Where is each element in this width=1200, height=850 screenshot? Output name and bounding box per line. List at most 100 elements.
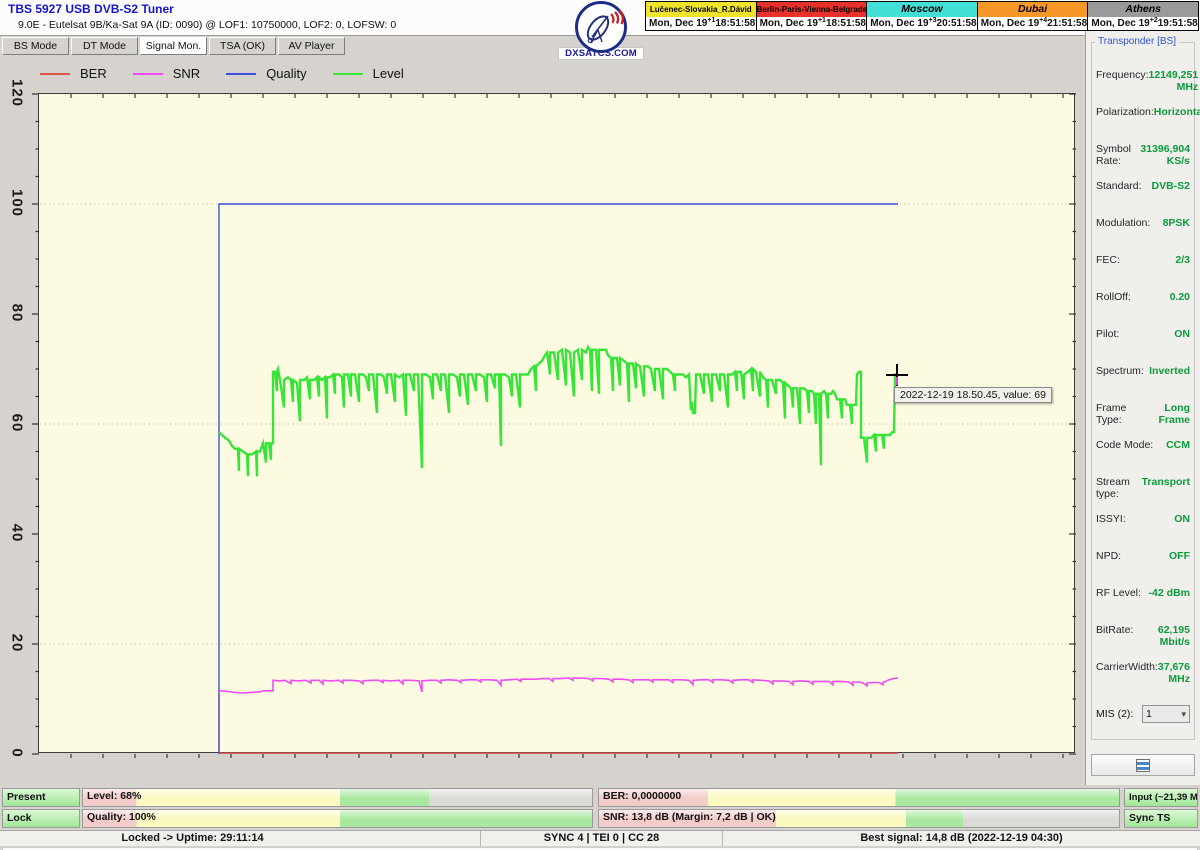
legend-item-snr: SNR: [132, 66, 200, 81]
clock-time-value: 19:51:58: [1157, 18, 1198, 29]
series-level: [218, 344, 898, 477]
y-axis-label: 0: [8, 748, 26, 758]
sidebar-row-value: 62,195 Mbit/s: [1157, 624, 1190, 648]
sidebar-row: CarrierWidth: 37,676 MHz: [1092, 659, 1194, 696]
chart-tooltip: 2022-12-19 18.50.45, value: 69: [894, 386, 1052, 403]
sync-status: SYNC 4 | TEI 0 | CC 28: [481, 831, 723, 846]
legend-item-ber: BER: [40, 66, 107, 81]
snr-progressbar: SNR: 13,8 dB (Margin: 7,2 dB | OK): [598, 809, 1120, 828]
sidebar-row: Frame Type: Long Frame: [1092, 400, 1194, 437]
sidebar-row-value: ON: [1174, 328, 1190, 340]
world-clocks: Lučenec-Slovakia_R.Dávid Mon, Dec 19 +1 18:…: [645, 1, 1199, 31]
sidebar-row-value: OFF: [1169, 550, 1190, 562]
y-axis-label: 80: [8, 303, 26, 323]
sidebar-row-label: Frame Type:: [1096, 402, 1127, 426]
clock-city-label: Berlin-Paris-Vienna-Belgrade: [756, 2, 867, 17]
clock-panel: Lučenec-Slovakia_R.Dávid Mon, Dec 19 +1 18:…: [646, 2, 756, 30]
clock-date: Mon, Dec 19: [1091, 18, 1150, 29]
sidebar-row-label: NPD:: [1096, 550, 1122, 562]
tab-dt-mode[interactable]: DT Mode: [71, 37, 138, 55]
sidebar-row: Standard: DVB-S2: [1092, 178, 1194, 215]
y-axis-label: 100: [8, 188, 26, 218]
sidebar-row-value: 37,676 MHz: [1157, 661, 1190, 685]
legend-item-quality: Quality: [226, 66, 307, 81]
ber-progressbar: BER: 0,0000000: [598, 788, 1120, 807]
y-axis-label: 60: [8, 413, 26, 433]
sidebar-row-label: Stream type:: [1096, 476, 1130, 500]
groupbox-title: Transponder [BS]: [1095, 36, 1180, 47]
tab-av-player[interactable]: AV Player: [278, 37, 345, 55]
sidebar-row-value: -42 dBm: [1148, 587, 1190, 599]
clock-utc-offset: +4: [1039, 17, 1048, 24]
legend-line-swatch: [132, 72, 163, 75]
sidebar-row-label: Spectrum:: [1096, 365, 1144, 377]
clock-date: Mon, Dec 19: [870, 18, 929, 29]
series-snr: [218, 677, 899, 694]
snr-label: SNR: 13,8 dB (Margin: 7,2 dB | OK): [603, 811, 776, 823]
window-title: TBS 5927 USB DVB-S2 Tuner: [8, 2, 174, 16]
lock-indicator: Lock: [2, 809, 80, 828]
sidebar-row: Symbol Rate: 31396,904 KS/s: [1092, 141, 1194, 178]
tab-bs-mode[interactable]: BS Mode: [2, 37, 69, 55]
sidebar-row: NPD: OFF: [1092, 548, 1194, 585]
clock-utc-offset: +2: [1149, 17, 1158, 24]
tab-signal-mon[interactable]: Signal Mon.: [140, 37, 207, 55]
sidebar-row-value: CCM: [1166, 439, 1190, 451]
sidebar-row: Stream type: Transport: [1092, 474, 1194, 511]
clock-city-label: Dubai: [977, 2, 1088, 17]
sidebar-row-value: Horizontal: [1153, 106, 1200, 118]
clock-time: Mon, Dec 19 +1 18:51:58: [646, 17, 756, 30]
stream-list-button[interactable]: [1091, 754, 1195, 776]
legend-line-swatch: [332, 72, 363, 75]
clock-date: Mon, Dec 19: [759, 18, 818, 29]
mis-label: MIS (2):: [1096, 708, 1134, 720]
sidebar-row-label: CarrierWidth:: [1096, 661, 1158, 673]
header: TBS 5927 USB DVB-S2 Tuner 9.0E - Eutelsa…: [0, 0, 1200, 60]
transponder-groupbox: Transponder [BS] Frequency: 12149,251 MHz…: [1091, 36, 1200, 740]
sidebar-row-value: 12149,251 MHz: [1148, 69, 1199, 93]
mis-select[interactable]: 1 ▾: [1142, 705, 1190, 723]
sidebar-row-label: Symbol Rate:: [1096, 143, 1132, 167]
sidebar-row-value: 2/3: [1175, 254, 1190, 266]
clock-date: Mon, Dec 19: [649, 18, 708, 29]
legend-label: BER: [80, 66, 107, 81]
clock-panel: Moscow Mon, Dec 19 +3 20:51:58: [866, 2, 977, 30]
sidebar-row-value: Inverted: [1149, 365, 1190, 377]
sidebar-row: ISSYI: ON: [1092, 511, 1194, 548]
level-progressbar: Level: 68%: [82, 788, 593, 807]
clock-panel: Berlin-Paris-Vienna-Belgrade Mon, Dec 19 +…: [755, 2, 867, 30]
signal-chart[interactable]: 2022-12-19 18.50.45, value: 69: [32, 93, 1076, 758]
sidebar-row-value: Long Frame: [1158, 402, 1190, 426]
present-indicator: Present: [2, 788, 80, 807]
clock-panel: Athens Mon, Dec 19 +2 19:51:58: [1087, 2, 1198, 30]
clock-time-value: 20:51:58: [936, 18, 977, 29]
signal-monitor-panel: BER SNR Quality Level 2022-12-19 18.50.45, …: [0, 56, 1085, 785]
clock-time-value: 18:51:58: [825, 18, 866, 29]
tab-tsa-ok[interactable]: TSA (OK): [209, 37, 276, 55]
sidebar-row: Pilot: ON: [1092, 326, 1194, 363]
sidebar-row-value: 0.20: [1169, 291, 1190, 303]
ber-label: BER: 0,0000000: [603, 790, 682, 802]
sidebar-row: Polarization: Horizontal: [1092, 104, 1200, 141]
crosshair-cursor-h: [886, 373, 908, 376]
sidebar-row-label: Modulation:: [1096, 217, 1151, 229]
app-window: TBS 5927 USB DVB-S2 Tuner 9.0E - Eutelsa…: [0, 0, 1200, 850]
clock-time-value: 21:51:58: [1047, 18, 1088, 29]
series-quality: [218, 203, 898, 754]
sidebar-row-label: Standard:: [1096, 180, 1142, 192]
sidebar-row: Modulation: 8PSK: [1092, 215, 1194, 252]
quality-progressbar: Quality: 100%: [82, 809, 593, 828]
sidebar-row: BitRate: 62,195 Mbit/s: [1092, 622, 1194, 659]
status-footer: Locked -> Uptime: 29:11:14 SYNC 4 | TEI …: [0, 830, 1200, 846]
sidebar-row: Spectrum: Inverted: [1092, 363, 1194, 400]
transponder-sidebar: Transponder [BS] Frequency: 12149,251 MHz…: [1085, 30, 1200, 785]
sidebar-row-value: 31396,904 KS/s: [1140, 143, 1190, 167]
sidebar-row-value: 8PSK: [1162, 217, 1190, 229]
best-signal-status: Best signal: 14,8 dB (2022-12-19 04:30): [860, 832, 1063, 844]
sidebar-row-value: ON: [1174, 513, 1190, 525]
mode-tabbar: BS Mode DT Mode Signal Mon. TSA (OK) AV Play…: [2, 37, 345, 56]
clock-time: Mon, Dec 19 +2 19:51:58: [1088, 17, 1198, 30]
y-axis-label: 20: [8, 633, 26, 653]
sidebar-row-value: DVB-S2: [1151, 180, 1190, 192]
sidebar-row: Frequency: 12149,251 MHz: [1092, 67, 1198, 104]
